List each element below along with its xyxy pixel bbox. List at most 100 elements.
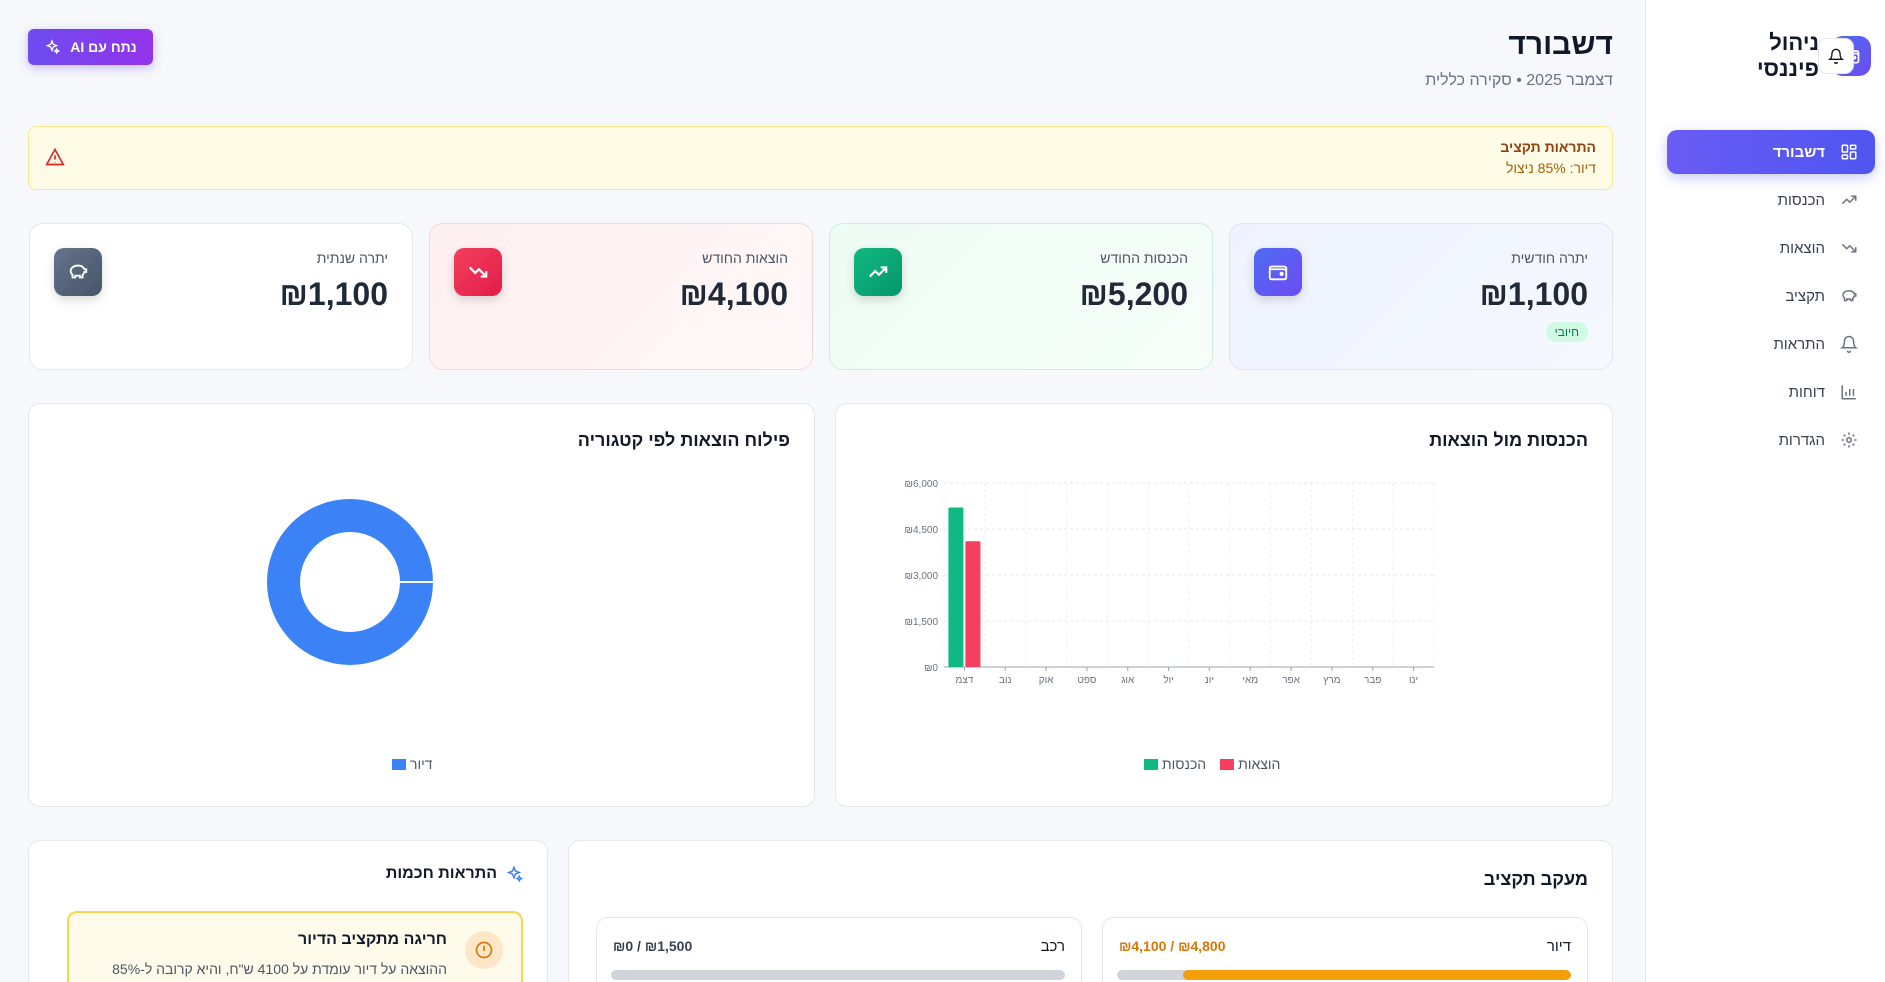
legend-swatch	[392, 758, 406, 770]
x-tick-label: מאי	[1242, 675, 1258, 686]
alert-title: התראות תקציב	[1500, 139, 1596, 155]
sidebar-item-label: הוצאות	[1779, 239, 1825, 257]
x-tick-label: דצמ	[955, 675, 973, 686]
sidebar-item-label: הכנסות	[1777, 191, 1825, 209]
section-title: מעקב תקציב	[1483, 869, 1588, 889]
legend-housing: דיור	[392, 756, 433, 772]
budget-alert-banner: התראות תקציב דיור: 85% ניצול	[28, 126, 1613, 190]
x-tick-label: אוק	[1039, 675, 1054, 686]
notifications-button[interactable]	[1818, 38, 1854, 74]
sidebar-nav: דשבורד הכנסות הוצאות תקציב התראות דוחות …	[1667, 130, 1875, 466]
budget-item-housing[interactable]: דיור ₪4,100 / ₪4,800	[1102, 917, 1588, 982]
main-content: דשבורד דצמבר 2025 • סקירה כללית נתח עם A…	[28, 0, 1613, 982]
budget-progress-bar	[611, 970, 1065, 980]
alert-text: דיור: 85% ניצול	[1506, 160, 1596, 176]
y-tick-label: ₪3,000	[904, 571, 938, 582]
warning-icon	[45, 147, 65, 166]
sidebar-item-label: התראות	[1773, 335, 1825, 353]
alert-circle-icon	[465, 931, 503, 969]
category-pie-chart-panel: פילוח הוצאות לפי קטגוריה דיור	[28, 403, 815, 807]
expense-category-donut-chart	[267, 499, 433, 665]
x-tick-label: אפר	[1282, 675, 1300, 686]
sidebar-item-expenses[interactable]: הוצאות	[1667, 226, 1875, 270]
legend-swatch	[1144, 758, 1158, 770]
pie-slice	[267, 499, 433, 665]
wallet-icon	[1254, 248, 1302, 296]
sidebar-item-dashboard[interactable]: דשבורד	[1667, 130, 1875, 174]
bar	[965, 541, 981, 667]
analyze-ai-button[interactable]: נתח עם AI	[28, 29, 153, 65]
y-tick-label: ₪0	[924, 663, 938, 674]
x-tick-label: נוב	[999, 675, 1012, 686]
card-label: הוצאות החודש	[702, 250, 788, 266]
x-tick-label: אוג	[1121, 675, 1135, 686]
sparkles-icon	[45, 39, 61, 55]
gear-icon	[1839, 430, 1859, 450]
x-tick-label: יול	[1163, 674, 1174, 686]
dashboard-icon	[1839, 142, 1859, 162]
sidebar-item-settings[interactable]: הגדרות	[1667, 418, 1875, 462]
y-tick-label: ₪6,000	[904, 479, 938, 490]
y-tick-label: ₪1,500	[904, 617, 938, 628]
y-tick-label: ₪4,500	[904, 525, 938, 536]
card-value: ₪4,100	[679, 276, 788, 312]
bar-chart-legend: הוצאות הכנסות	[1144, 756, 1280, 772]
legend-swatch	[1220, 758, 1235, 770]
bell-icon	[1828, 48, 1844, 64]
trending-up-icon	[1839, 190, 1859, 210]
sidebar-item-budget[interactable]: תקציב	[1667, 274, 1875, 318]
income-expense-bar-chart: ₪0 ₪1,500 ₪3,000 ₪4,500 ₪6,000 דצמ נוב אוק ספט או…	[904, 479, 1435, 686]
card-label: הכנסות החודש	[1100, 250, 1188, 266]
bar	[948, 507, 964, 667]
page-title: דשבורד	[1508, 28, 1613, 61]
budget-name: רכב	[1040, 938, 1065, 955]
sidebar-item-alerts[interactable]: התראות	[1667, 322, 1875, 366]
budget-amount: ₪4,100 / ₪4,800	[1119, 938, 1226, 954]
ai-button-label: נתח עם AI	[70, 39, 137, 55]
monthly-expenses-card: הוצאות החודש ₪4,100	[429, 223, 813, 370]
pie-chart-legend: דיור	[392, 756, 433, 772]
brand-name: ניהול פיננסי	[1757, 30, 1819, 81]
budget-item-car[interactable]: רכב ₪0 / ₪1,500	[596, 917, 1082, 982]
card-value: ₪5,200	[1079, 276, 1188, 312]
bell-icon	[1839, 334, 1859, 354]
sidebar-item-income[interactable]: הכנסות	[1667, 178, 1875, 222]
card-label: יתרה שנתית	[316, 250, 388, 266]
card-value: ₪1,100	[279, 276, 388, 312]
legend-expenses: הוצאות	[1220, 756, 1280, 772]
income-expense-chart-panel: הכנסות מול הוצאות ₪0 ₪1,500 ₪3,000 ₪4,500 ₪6…	[835, 403, 1613, 807]
trending-down-icon	[454, 248, 502, 296]
sparkles-icon	[506, 865, 523, 883]
page-subtitle: דצמבר 2025 • סקירה כללית	[1425, 72, 1613, 89]
donut-ring	[267, 499, 433, 665]
sidebar: ניהול פיננסי דשבורד הכנסות הוצאות תקציב …	[1645, 0, 1885, 982]
smart-alerts-heading: התראות חכמות	[386, 865, 523, 883]
x-tick-label: מרץ	[1323, 675, 1340, 686]
legend-label: הוצאות	[1238, 756, 1281, 772]
smart-alert-text: ההוצאה על דיור עומדת על 4100 ש"ח, והיא ק…	[94, 961, 447, 982]
sidebar-item-reports[interactable]: דוחות	[1667, 370, 1875, 414]
sidebar-item-label: דוחות	[1788, 383, 1825, 401]
monthly-balance-card: יתרה חודשית ₪1,100 חיובי	[1229, 223, 1613, 370]
legend-income: הכנסות	[1144, 756, 1206, 772]
stat-cards: יתרה חודשית ₪1,100 חיובי הכנסות החודש ₪5…	[28, 223, 1613, 370]
card-value: ₪1,100	[1479, 276, 1588, 312]
section-title: התראות חכמות	[385, 865, 497, 882]
smart-alert-card[interactable]: חריגה מתקציב הדיור ההוצאה על דיור עומדת …	[67, 911, 523, 982]
budget-amount: ₪0 / ₪1,500	[613, 938, 693, 954]
x-tick-label: ספט	[1077, 675, 1097, 686]
status-badge: חיובי	[1545, 322, 1588, 342]
piggy-bank-icon	[1839, 286, 1859, 306]
yearly-balance-card: יתרה שנתית ₪1,100	[29, 223, 413, 370]
legend-label: דיור	[410, 756, 433, 772]
sidebar-item-label: דשבורד	[1772, 143, 1825, 161]
trending-up-icon	[854, 248, 902, 296]
smart-alert-title: חריגה מתקציב הדיור	[297, 931, 447, 948]
budget-progress-bar	[1117, 970, 1571, 980]
budget-name: דיור	[1546, 938, 1571, 955]
bar-chart-icon	[1839, 382, 1859, 402]
smart-alerts-panel: התראות חכמות חריגה מתקציב הדיור ההוצאה ע…	[28, 840, 548, 982]
monthly-income-card: הכנסות החודש ₪5,200	[829, 223, 1213, 370]
budget-tracking-panel: מעקב תקציב דיור ₪4,100 / ₪4,800 רכב ₪0 /…	[568, 840, 1613, 982]
legend-label: הכנסות	[1162, 756, 1207, 772]
